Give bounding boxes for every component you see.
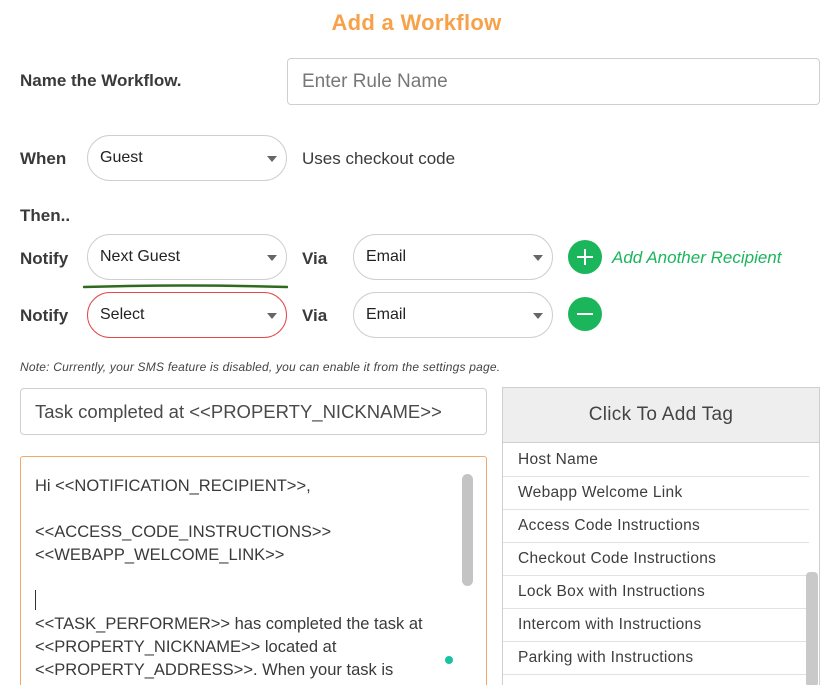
via-select-value: Email xyxy=(366,248,407,265)
message-line: <<PROPERTY_ADDRESS>>. When your task is xyxy=(35,661,394,679)
notify-label: Notify xyxy=(20,306,69,325)
text-cursor xyxy=(35,590,36,610)
minus-icon xyxy=(577,313,593,315)
tag-list: Host Name Webapp Welcome Link Access Cod… xyxy=(503,444,809,675)
chevron-down-icon xyxy=(533,255,543,261)
via-select[interactable]: Email xyxy=(353,292,553,338)
when-select-value: Guest xyxy=(100,149,143,166)
via-label: Via xyxy=(302,249,328,268)
chevron-down-icon xyxy=(267,156,277,162)
add-another-recipient-link[interactable]: Add Another Recipient xyxy=(612,248,781,268)
message-line: Hi <<NOTIFICATION_RECIPIENT>>, xyxy=(35,477,311,495)
message-line: <<WEBAPP_WELCOME_LINK>> xyxy=(35,546,285,564)
message-line xyxy=(35,567,455,590)
tag-item-webapp-welcome-link[interactable]: Webapp Welcome Link xyxy=(503,477,809,510)
chevron-down-icon xyxy=(267,255,277,261)
when-condition-text: Uses checkout code xyxy=(302,149,456,168)
page-title: Add a Workflow xyxy=(331,10,502,35)
workflow-name-input[interactable]: Enter Rule Name xyxy=(287,58,820,105)
recipient-underline xyxy=(83,284,288,289)
tag-item-parking[interactable]: Parking with Instructions xyxy=(503,642,809,675)
add-recipient-button[interactable] xyxy=(568,240,602,274)
status-dot xyxy=(445,656,453,664)
chevron-down-icon xyxy=(267,313,277,319)
workflow-name-placeholder: Enter Rule Name xyxy=(302,70,448,92)
via-label: Via xyxy=(302,306,328,325)
when-label: When xyxy=(20,149,67,168)
notify-recipient-select[interactable]: Select xyxy=(87,292,287,338)
tag-item-lock-box[interactable]: Lock Box with Instructions xyxy=(503,576,809,609)
plus-icon-vertical xyxy=(584,249,586,265)
message-editor[interactable]: Hi <<NOTIFICATION_RECIPIENT>>, <<ACCESS_… xyxy=(20,456,487,685)
subject-input[interactable]: Task completed at <<PROPERTY_NICKNAME>> xyxy=(20,388,487,435)
remove-recipient-button[interactable] xyxy=(568,297,602,331)
via-select-value: Email xyxy=(366,306,407,323)
message-line: <<PROPERTY_NICKNAME>> located at xyxy=(35,638,337,656)
message-line xyxy=(35,498,455,521)
then-label: Then.. xyxy=(20,206,71,225)
message-line: <<TASK_PERFORMER>> has completed the tas… xyxy=(35,615,423,633)
subject-value: Task completed at <<PROPERTY_NICKNAME>> xyxy=(35,400,442,422)
tag-item-access-code-instructions[interactable]: Access Code Instructions xyxy=(503,510,809,543)
workflow-name-label: Name the Workflow. xyxy=(20,71,182,90)
chevron-down-icon xyxy=(533,313,543,319)
message-line: <<ACCESS_CODE_INSTRUCTIONS>> xyxy=(35,523,332,541)
tag-item-intercom[interactable]: Intercom with Instructions xyxy=(503,609,809,642)
notify-recipient-value: Select xyxy=(100,306,145,323)
editor-scrollbar[interactable] xyxy=(462,474,473,586)
notify-label: Notify xyxy=(20,249,69,268)
tag-panel-scrollbar[interactable] xyxy=(806,572,818,685)
notify-recipient-select[interactable]: Next Guest xyxy=(87,234,287,280)
sms-disabled-note: Note: Currently, your SMS feature is dis… xyxy=(20,360,501,374)
tag-item-host-name[interactable]: Host Name xyxy=(503,444,809,477)
tag-panel: Click To Add Tag Host Name Webapp Welcom… xyxy=(502,387,820,685)
tag-item-checkout-code-instructions[interactable]: Checkout Code Instructions xyxy=(503,543,809,576)
when-select[interactable]: Guest xyxy=(87,135,287,181)
message-line xyxy=(35,590,455,613)
tag-panel-header: Click To Add Tag xyxy=(503,388,819,443)
notify-recipient-value: Next Guest xyxy=(100,248,181,265)
message-body: Hi <<NOTIFICATION_RECIPIENT>>, <<ACCESS_… xyxy=(35,475,455,682)
via-select[interactable]: Email xyxy=(353,234,553,280)
